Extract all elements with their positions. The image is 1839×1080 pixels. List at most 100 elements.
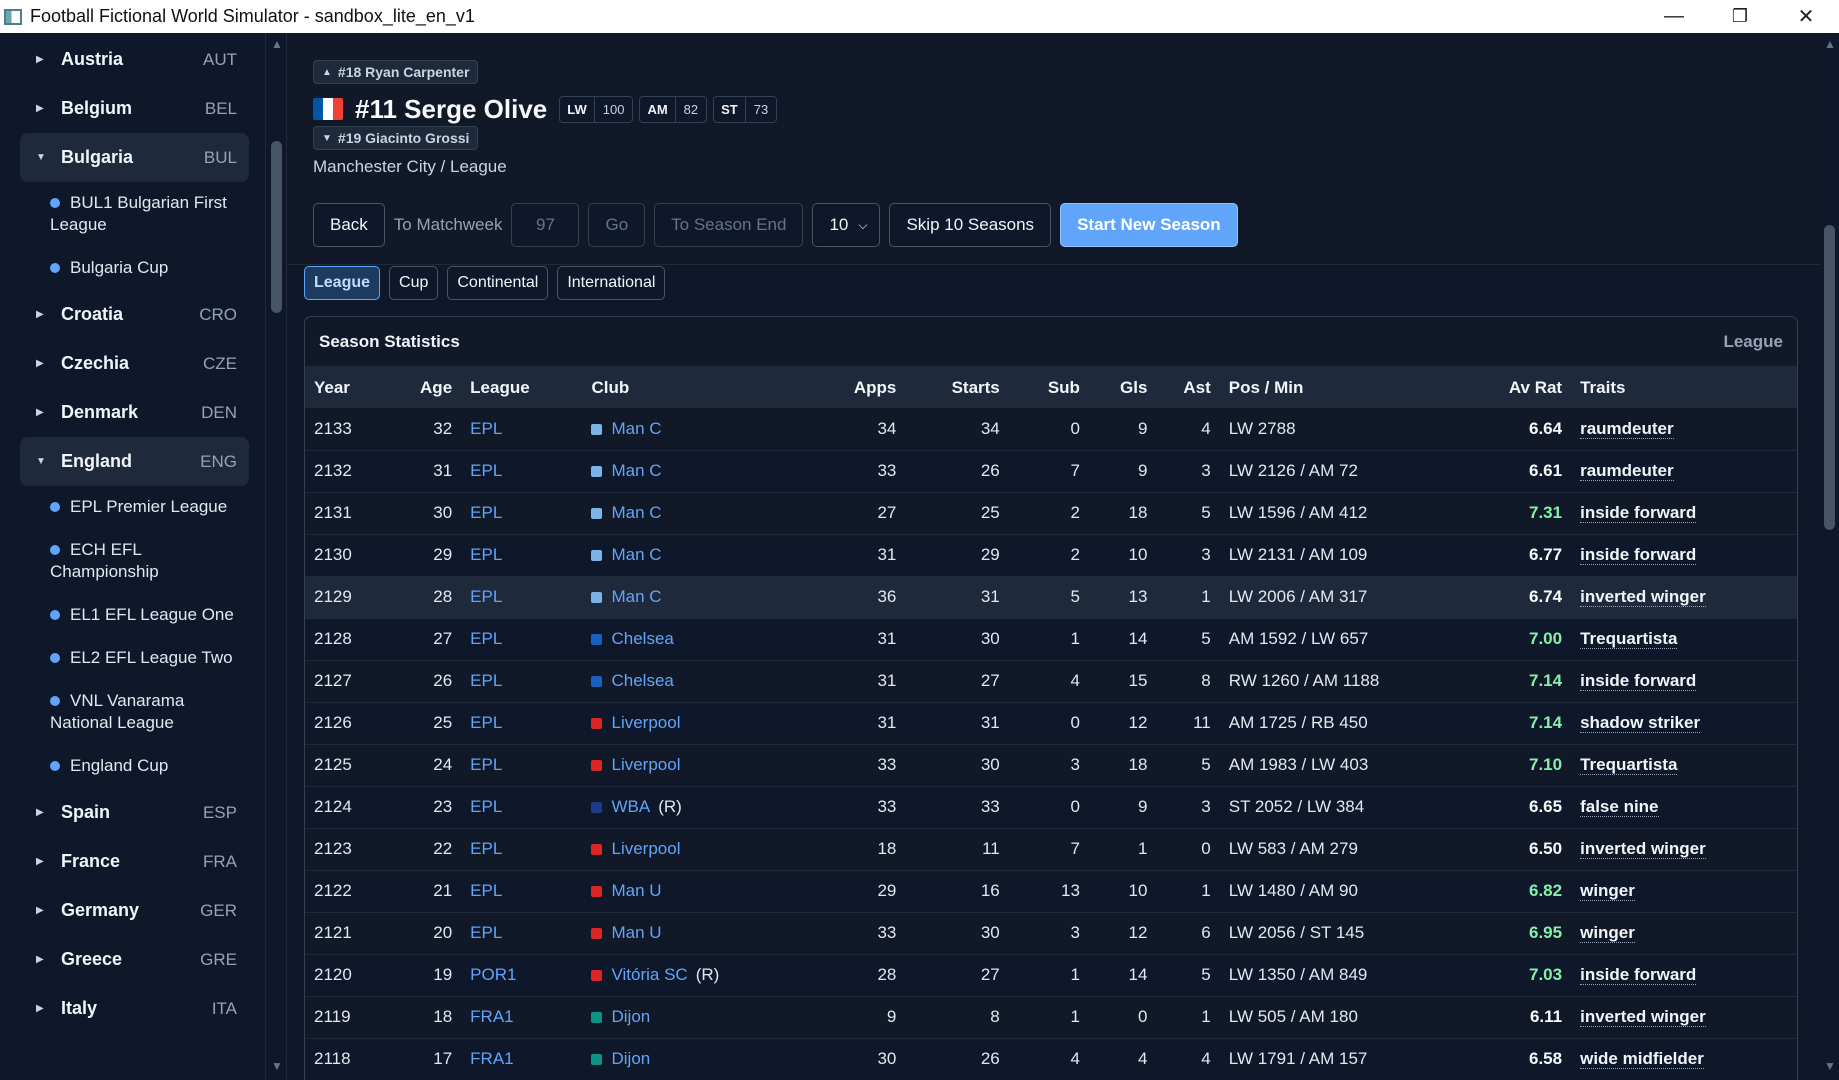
sidebar-country-cro[interactable]: ▶ Croatia CRO [20,290,249,339]
trait-label[interactable]: inverted winger [1580,839,1706,859]
cell-league-link[interactable]: EPL [461,450,582,492]
cell-trait[interactable]: inverted winger [1571,828,1797,870]
table-row[interactable]: 2126 25 EPL Liverpool 31 31 0 12 11 AM 1725 / RB … [305,702,1797,744]
scroll-down-icon[interactable]: ▼ [271,1059,283,1073]
sidebar-competition[interactable]: ECH EFL Championship [50,529,245,594]
club-link[interactable]: Liverpool [611,713,680,732]
trait-label[interactable]: inverted winger [1580,587,1706,607]
column-header[interactable]: Pos / Min [1220,367,1494,408]
cell-trait[interactable]: shadow striker [1571,702,1797,744]
sidebar-country-ita[interactable]: ▶ Italy ITA [20,984,249,1033]
cell-trait[interactable]: Trequartista [1571,618,1797,660]
to-season-end-button[interactable]: To Season End [654,203,804,247]
table-row[interactable]: 2121 20 EPL Man U 33 30 3 12 6 LW 2056 / ST 145 6.… [305,912,1797,954]
cell-league-link[interactable]: EPL [461,744,582,786]
next-player-button[interactable]: ▼ #19 Giacinto Grossi [313,126,479,150]
back-button[interactable]: Back [313,203,385,247]
cell-league-link[interactable]: EPL [461,408,582,450]
sidebar-competition[interactable]: EPL Premier League [50,486,245,529]
trait-label[interactable]: raumdeuter [1580,418,1674,439]
sidebar-scrollbar[interactable]: ▲ ▼ [268,33,286,1080]
sidebar-country-bul[interactable]: ▼ Bulgaria BUL [20,133,249,182]
club-link[interactable]: Liverpool [611,755,680,774]
club-link[interactable]: Man C [611,503,661,522]
table-row[interactable]: 2118 17 FRA1 Dijon 30 26 4 4 4 LW 1791 / AM 157 6.… [305,1038,1797,1080]
club-link[interactable]: Chelsea [611,629,673,648]
matchweek-input[interactable]: 97 [511,203,580,247]
sidebar-competition[interactable]: England Cup [50,745,245,788]
sidebar-country-eng[interactable]: ▼ England ENG [20,437,249,486]
trait-label[interactable]: false nine [1580,797,1659,817]
cell-league-link[interactable]: FRA1 [461,1038,582,1080]
trait-label[interactable]: shadow striker [1580,713,1701,733]
club-link[interactable]: Dijon [611,1049,650,1068]
table-row[interactable]: 2127 26 EPL Chelsea 31 27 4 15 8 RW 1260 / AM 118… [305,660,1797,702]
main-scrollbar[interactable]: ▲ ▼ [1821,33,1839,1080]
cell-league-link[interactable]: EPL [461,828,582,870]
prev-player-button[interactable]: ▲ #18 Ryan Carpenter [313,60,479,84]
trait-label[interactable]: inside forward [1580,671,1697,691]
sidebar-competition[interactable]: Bulgaria Cup [50,247,245,290]
sidebar-country-esp[interactable]: ▶ Spain ESP [20,788,249,837]
main-scroll-thumb[interactable] [1824,225,1835,530]
club-link[interactable]: Man U [611,881,661,900]
table-row[interactable]: 2130 29 EPL Man C 31 29 2 10 3 LW 2131 / AM 109 6.… [305,534,1797,576]
cell-league-link[interactable]: EPL [461,618,582,660]
column-header[interactable]: League [461,367,582,408]
cell-trait[interactable]: wide midfielder [1571,1038,1797,1080]
cell-trait[interactable]: winger [1571,912,1797,954]
tab-league[interactable]: League [304,266,381,300]
cell-league-link[interactable]: EPL [461,492,582,534]
sidebar-country-fra[interactable]: ▶ France FRA [20,837,249,886]
trait-label[interactable]: inside forward [1580,503,1697,523]
cell-trait[interactable]: inside forward [1571,954,1797,996]
sidebar-country-den[interactable]: ▶ Denmark DEN [20,388,249,437]
column-header[interactable]: Ast [1156,367,1219,408]
table-row[interactable]: 2132 31 EPL Man C 33 26 7 9 3 LW 2126 / AM 72 6.61… [305,450,1797,492]
cell-trait[interactable]: winger [1571,870,1797,912]
start-new-season-button[interactable]: Start New Season [1060,203,1238,247]
trait-label[interactable]: winger [1580,881,1635,901]
table-row[interactable]: 2123 22 EPL Liverpool 18 11 7 1 0 LW 583 / AM 279… [305,828,1797,870]
skip-count-select[interactable]: 10 ⌵ [812,203,881,247]
cell-trait[interactable]: Trequartista [1571,744,1797,786]
column-header[interactable]: Traits [1571,367,1797,408]
column-header[interactable]: Apps [827,367,905,408]
trait-label[interactable]: inside forward [1580,965,1697,985]
table-row[interactable]: 2124 23 EPL WBA (R) 33 33 0 9 3 ST 2052 / LW 384 6.… [305,786,1797,828]
trait-label[interactable]: Trequartista [1580,629,1678,649]
table-row[interactable]: 2122 21 EPL Man U 29 16 13 10 1 LW 1480 / AM 90 6.… [305,870,1797,912]
club-link[interactable]: Man C [611,461,661,480]
skip-seasons-button[interactable]: Skip 10 Seasons [889,203,1052,247]
cell-league-link[interactable]: EPL [461,702,582,744]
club-link[interactable]: Chelsea [611,671,673,690]
club-link[interactable]: Dijon [611,1007,650,1026]
scroll-down-icon[interactable]: ▼ [1824,1059,1836,1073]
column-header[interactable]: Club [582,367,827,408]
cell-league-link[interactable]: EPL [461,870,582,912]
cell-league-link[interactable]: EPL [461,786,582,828]
column-header[interactable]: Year [305,367,387,408]
cell-league-link[interactable]: EPL [461,534,582,576]
scroll-up-icon[interactable]: ▲ [1824,37,1836,51]
sidebar-competition[interactable]: VNL Vanarama National League [50,680,245,745]
cell-league-link[interactable]: EPL [461,660,582,702]
club-link[interactable]: Man U [611,923,661,942]
club-link[interactable]: Liverpool [611,839,680,858]
club-link[interactable]: Vitória SC [611,965,687,984]
maximize-button[interactable]: ❐ [1707,0,1773,33]
trait-label[interactable]: raumdeuter [1580,461,1674,481]
trait-label[interactable]: inside forward [1580,545,1697,565]
cell-trait[interactable]: raumdeuter [1571,450,1797,492]
cell-trait[interactable]: raumdeuter [1571,408,1797,450]
table-row[interactable]: 2125 24 EPL Liverpool 33 30 3 18 5 AM 1983 / LW 4… [305,744,1797,786]
table-row[interactable]: 2129 28 EPL Man C 36 31 5 13 1 LW 2006 / AM 317 6.… [305,576,1797,618]
table-row[interactable]: 2131 30 EPL Man C 27 25 2 18 5 LW 1596 / AM 412 7.… [305,492,1797,534]
column-header[interactable]: Av Rat [1494,367,1571,408]
sidebar-competition[interactable]: EL1 EFL League One [50,594,245,637]
table-row[interactable]: 2120 19 POR1 Vitória SC (R) 28 27 1 14 5 LW 1350 /… [305,954,1797,996]
column-header[interactable]: Age [387,367,461,408]
sidebar-country-aut[interactable]: ▶ Austria AUT [20,35,249,84]
trait-label[interactable]: wide midfielder [1580,1049,1704,1069]
sidebar-competition[interactable]: EL2 EFL League Two [50,637,245,680]
